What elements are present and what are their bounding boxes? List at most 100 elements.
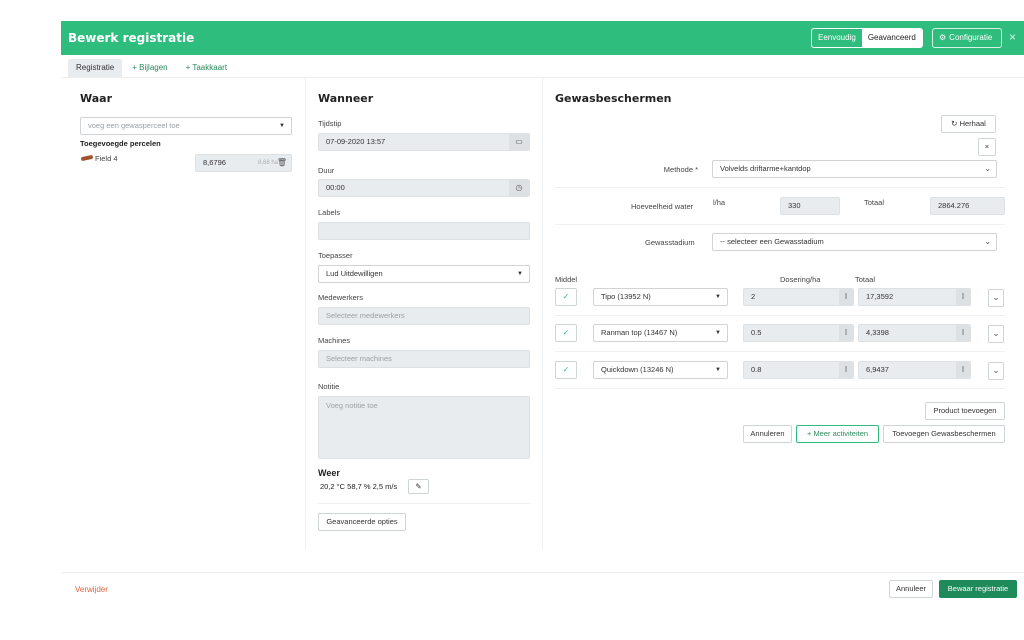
tab-taakkaart[interactable]: + Taakkaart	[178, 59, 235, 78]
dose-input[interactable]: 2 l	[743, 288, 854, 306]
total-input[interactable]: 17,3592 l	[858, 288, 971, 306]
add-product-button[interactable]: Product toevoegen	[925, 402, 1005, 420]
product-select[interactable]: Tipo (13952 N) ▼	[593, 288, 728, 306]
stadium-label: Gewasstadium	[645, 238, 695, 247]
chevron-down-icon[interactable]: ⌄	[988, 289, 1004, 307]
total-unit: l	[956, 289, 970, 305]
weer-label: Weer	[318, 468, 340, 478]
dose-input[interactable]: 0.5 l	[743, 324, 854, 342]
duur-value: 00:00	[326, 183, 345, 192]
labels-input[interactable]	[318, 222, 530, 240]
wanneer-title: Wanneer	[318, 92, 374, 105]
clock-icon[interactable]: ◷	[509, 180, 529, 196]
tab-bijlagen[interactable]: + Bijlagen	[124, 59, 175, 78]
check-icon[interactable]: ✓	[555, 288, 577, 306]
check-icon[interactable]: ✓	[555, 361, 577, 379]
caret-down-icon: ▼	[715, 294, 721, 300]
field-area-unit: 8,68 ha	[258, 160, 279, 166]
footer-divider	[61, 572, 1024, 573]
remove-button[interactable]: ×	[978, 138, 996, 156]
calendar-icon[interactable]: ▭	[509, 134, 529, 150]
tijdstip-label: Tijdstip	[318, 119, 342, 128]
duur-input[interactable]: 00:00 ◷	[318, 179, 530, 197]
repeat-label: Herhaal	[959, 119, 986, 128]
divider	[555, 315, 1005, 316]
field-area-input[interactable]: 8,6796 8,68 ha 🗑	[195, 154, 292, 172]
delete-link[interactable]: Verwijder	[75, 585, 108, 594]
check-icon[interactable]: ✓	[555, 324, 577, 342]
stadium-value: -- selecteer een Gewasstadium	[720, 237, 824, 246]
col-middel: Middel	[555, 275, 578, 284]
water-total-input[interactable]: 2864.276	[930, 197, 1005, 215]
configuration-button[interactable]: ⚙ Configuratie	[932, 28, 1002, 48]
medewerkers-label: Medewerkers	[318, 293, 364, 302]
dose-unit: l	[839, 362, 853, 378]
machines-select[interactable]: Selecteer machines	[318, 350, 530, 368]
dose-value: 0.8	[751, 365, 762, 374]
toepasser-select[interactable]: Lud Uitdewilligen ▼	[318, 265, 530, 283]
stadium-select[interactable]: -- selecteer een Gewasstadium ⌄	[712, 233, 997, 251]
column-divider	[542, 78, 543, 550]
add-gewas-button[interactable]: Toevoegen Gewasbeschermen	[883, 425, 1005, 443]
methode-value: Volvelds driftarme+kantdop	[720, 164, 811, 173]
total-value: 17,3592	[866, 292, 894, 301]
dose-value: 0.5	[751, 328, 762, 337]
product-name: Quickdown (13246 N)	[601, 365, 674, 374]
field-area-value: 8,6796	[203, 158, 226, 167]
more-activities-button[interactable]: + Meer activiteiten	[796, 425, 879, 443]
tab-bar: Registratie + Bijlagen + Taakkaart	[68, 59, 237, 78]
weer-value: 20,2 °C 58,7 % 2,5 m/s	[320, 482, 398, 491]
close-icon[interactable]: ×	[1009, 30, 1016, 44]
gewas-title: Gewasbeschermen	[555, 92, 672, 105]
methode-label: Methode *	[663, 165, 698, 174]
mode-simple-button[interactable]: Eenvoudig	[812, 29, 862, 47]
notitie-label: Notitie	[318, 382, 340, 391]
field-name: Field 4	[95, 154, 118, 163]
settings-icon: ⚙	[939, 33, 947, 42]
toepasser-label: Toepasser	[318, 251, 353, 260]
chevron-down-icon[interactable]: ⌄	[988, 362, 1004, 380]
dose-input[interactable]: 0.8 l	[743, 361, 854, 379]
tijdstip-input[interactable]: 07-09-2020 13:57 ▭	[318, 133, 530, 151]
cancel-button[interactable]: Annuleer	[889, 580, 933, 598]
total-unit: l	[956, 362, 970, 378]
total-input[interactable]: 6,9437 l	[858, 361, 971, 379]
medewerkers-select[interactable]: Selecteer medewerkers	[318, 307, 530, 325]
plot-select[interactable]: voeg een gewasperceel toe ▼	[80, 117, 292, 135]
chevron-down-icon: ⌄	[984, 237, 991, 246]
dose-unit: l	[839, 289, 853, 305]
plot-select-placeholder: voeg een gewasperceel toe	[88, 121, 180, 130]
chevron-down-icon: ⌄	[984, 164, 991, 173]
chevron-down-icon[interactable]: ⌄	[988, 325, 1004, 343]
save-button[interactable]: Bewaar registratie	[939, 580, 1017, 598]
duur-label: Duur	[318, 166, 335, 175]
advanced-options-button[interactable]: Geavanceerde opties	[318, 513, 406, 531]
notitie-textarea[interactable]: Voeg notitie toe	[318, 396, 530, 459]
cancel-activity-button[interactable]: Annuleren	[743, 425, 792, 443]
divider	[318, 503, 530, 504]
product-name: Tipo (13952 N)	[601, 292, 651, 301]
total-input[interactable]: 4,3398 l	[858, 324, 971, 342]
trash-icon[interactable]: 🗑	[277, 155, 287, 171]
repeat-button[interactable]: ↻ Herhaal	[941, 115, 996, 133]
field-color-icon	[80, 154, 94, 162]
water-unit: l/ha	[713, 198, 726, 207]
column-divider	[305, 78, 306, 550]
tijdstip-value: 07-09-2020 13:57	[326, 137, 386, 146]
mode-advanced-button[interactable]: Geavanceerd	[861, 29, 922, 47]
plus-icon: +	[806, 429, 812, 438]
tab-registratie[interactable]: Registratie	[68, 59, 123, 78]
mode-toggle: Eenvoudig Geavanceerd	[811, 28, 923, 48]
added-plots-label: Toegevoegde percelen	[80, 139, 161, 148]
product-select[interactable]: Quickdown (13246 N) ▼	[593, 361, 728, 379]
modal-title: Bewerk registratie	[68, 31, 195, 45]
pencil-icon[interactable]: ✎	[408, 479, 429, 494]
configuration-label: Configuratie	[949, 33, 993, 42]
caret-down-icon: ▼	[715, 330, 721, 336]
product-select[interactable]: Ranman top (13467 N) ▼	[593, 324, 728, 342]
caret-down-icon: ▼	[517, 271, 523, 277]
water-input[interactable]: 330	[780, 197, 840, 215]
methode-select[interactable]: Volvelds driftarme+kantdop ⌄	[712, 160, 997, 178]
dose-unit: l	[839, 325, 853, 341]
caret-down-icon: ▼	[715, 367, 721, 373]
